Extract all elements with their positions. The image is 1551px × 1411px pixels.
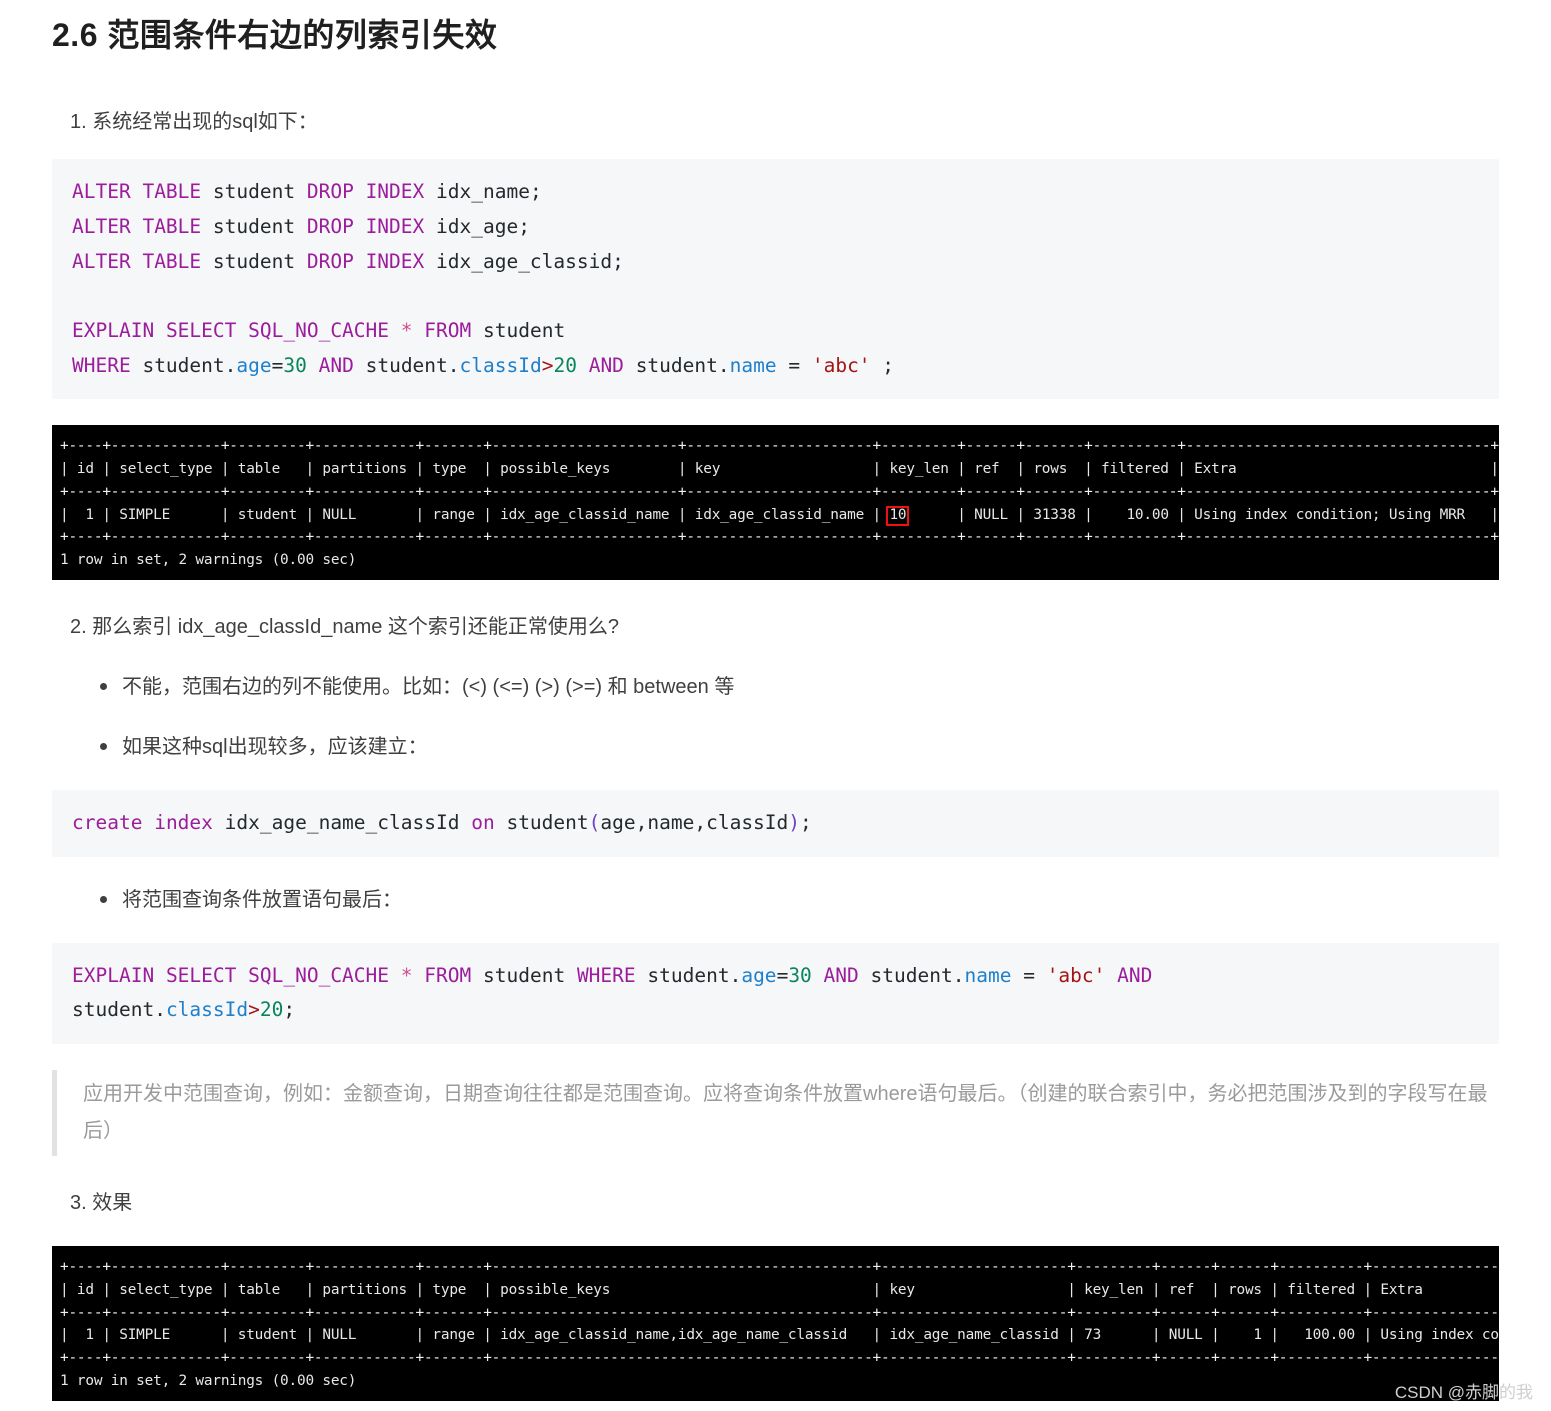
terminal-separator: +----+-------------+---------+----------… xyxy=(60,1304,1499,1321)
page-title: 2.6 范围条件右边的列索引失效 xyxy=(52,17,498,53)
list-item: 将范围查询条件放置语句最后： xyxy=(100,883,1551,917)
step-2-label: 2. 那么索引 idx_age_classId_name 这个索引还能正常使用么… xyxy=(70,615,620,638)
terminal-data-row: | 1 | SIMPLE | student | NULL | range | … xyxy=(60,504,1499,527)
code-block-drop-indexes: ALTER TABLE student DROP INDEX idx_name;… xyxy=(52,159,1499,400)
bullet-list-2: 将范围查询条件放置语句最后： xyxy=(0,883,1551,917)
terminal-data-row: | 1 | SIMPLE | student | NULL | range | … xyxy=(60,1327,1499,1344)
code-line: ALTER TABLE student DROP INDEX idx_age; xyxy=(72,214,530,238)
bottom-spacer xyxy=(0,1401,1551,1411)
terminal-output-2: +----+-------------+---------+----------… xyxy=(52,1246,1499,1401)
terminal-status-line: 1 row in set, 2 warnings (0.00 sec) xyxy=(60,1372,357,1389)
terminal-row-suffix: | NULL | 31338 | 10.00 | Using index con… xyxy=(906,506,1499,523)
code-line: ALTER TABLE student DROP INDEX idx_name; xyxy=(72,180,542,204)
terminal-status-line: 1 row in set, 2 warnings (0.00 sec) xyxy=(60,552,357,569)
terminal-output-1: +----+-------------+---------+----------… xyxy=(52,425,1499,580)
list-item: 如果这种sql出现较多，应该建立： xyxy=(100,730,1551,764)
terminal-separator: +----+-------------+---------+----------… xyxy=(60,438,1499,455)
terminal-separator: +----+-------------+---------+----------… xyxy=(60,529,1499,546)
code-line: EXPLAIN SELECT SQL_NO_CACHE * FROM stude… xyxy=(72,963,1153,987)
terminal-separator: +----+-------------+---------+----------… xyxy=(60,1259,1499,1276)
code-line: create index idx_age_name_classId on stu… xyxy=(72,810,812,834)
list-item: 不能，范围右边的列不能使用。比如：(<) (<=) (>) (>=) 和 bet… xyxy=(100,670,1551,704)
code-block-explain-optimized: EXPLAIN SELECT SQL_NO_CACHE * FROM stude… xyxy=(52,942,1499,1045)
bullet-list-1: 不能，范围右边的列不能使用。比如：(<) (<=) (>) (>=) 和 bet… xyxy=(0,670,1551,764)
code-block-create-index: create index idx_age_name_classId on stu… xyxy=(52,789,1499,857)
note-blockquote: 应用开发中范围查询，例如：金额查询，日期查询往往都是范围查询。应将查询条件放置w… xyxy=(52,1070,1499,1157)
terminal-row-prefix: | 1 | SIMPLE | student | NULL | range | … xyxy=(60,506,890,523)
code-line: ALTER TABLE student DROP INDEX idx_age_c… xyxy=(72,249,624,273)
terminal-separator: +----+-------------+---------+----------… xyxy=(60,1350,1499,1367)
step-1-label: 1. 系统经常出现的sql如下： xyxy=(70,111,318,134)
code-line: EXPLAIN SELECT SQL_NO_CACHE * FROM stude… xyxy=(72,319,566,342)
terminal-header-row: | id | select_type | table | partitions … xyxy=(60,461,1499,478)
terminal-header-row: | id | select_type | table | partitions … xyxy=(60,1281,1499,1298)
article-page: 2.6 范围条件右边的列索引失效 1. 系统经常出现的sql如下： ALTER … xyxy=(0,0,1551,1411)
terminal-separator: +----+-------------+---------+----------… xyxy=(60,483,1499,500)
step-3-label: 3. 效果 xyxy=(70,1192,133,1215)
code-line: student.classId>20; xyxy=(72,998,296,1022)
code-line: WHERE student.age=30 AND student.classId… xyxy=(72,353,895,377)
